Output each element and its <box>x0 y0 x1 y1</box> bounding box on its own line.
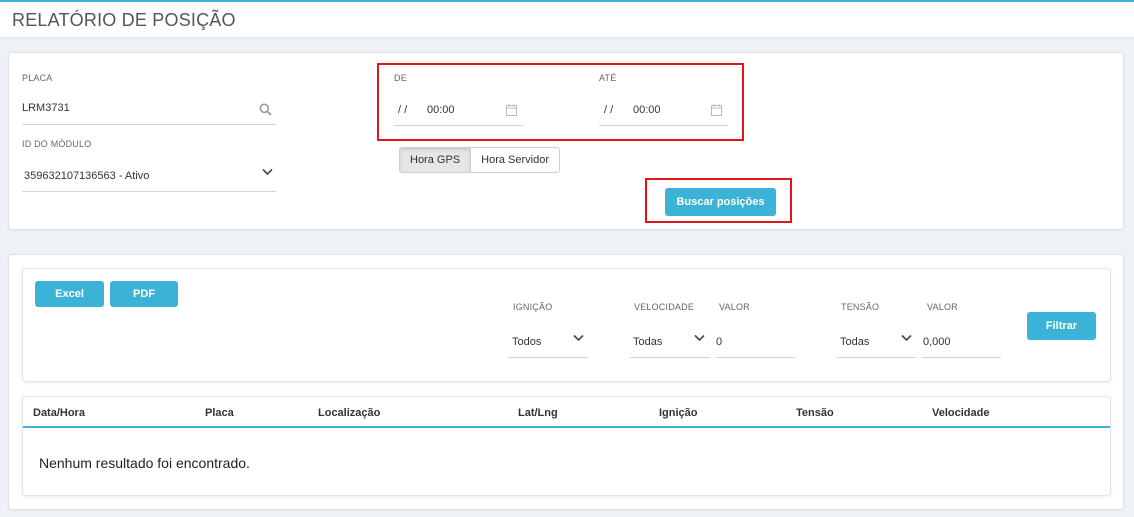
results-toolbar: Excel PDF IGNIÇÃO Todos VELOCIDADE Todas… <box>22 268 1111 382</box>
page-title: RELATÓRIO DE POSIÇÃO <box>12 10 236 30</box>
modulo-underline <box>22 191 276 192</box>
velocidade-valor-input[interactable]: 0 <box>716 336 722 348</box>
velocidade-underline <box>630 357 710 358</box>
table-header-divider <box>23 426 1110 428</box>
hora-servidor-button[interactable]: Hora Servidor <box>471 148 559 172</box>
column-header-localizacao[interactable]: Localização <box>318 407 380 419</box>
time-mode-toggle: Hora GPS Hora Servidor <box>399 147 560 173</box>
de-date-input[interactable]: / / <box>398 104 407 116</box>
modulo-select[interactable]: 359632107136563 - Ativo <box>24 170 149 182</box>
empty-results-message: Nenhum resultado foi encontrado. <box>39 455 250 471</box>
tensao-select[interactable]: Todas <box>840 336 869 348</box>
hora-gps-button[interactable]: Hora GPS <box>400 148 472 172</box>
chevron-down-icon[interactable] <box>572 332 584 344</box>
calendar-icon[interactable] <box>505 103 517 116</box>
column-header-data-hora[interactable]: Data/Hora <box>33 407 85 419</box>
search-filters-card: PLACA LRM3731 ID DO MÓDULO 3596321071365… <box>8 52 1124 230</box>
chevron-down-icon[interactable] <box>900 332 912 344</box>
velocidade-select[interactable]: Todas <box>633 336 662 348</box>
results-card: Excel PDF IGNIÇÃO Todos VELOCIDADE Todas… <box>8 254 1124 510</box>
tensao-valor-input[interactable]: 0,000 <box>923 336 951 348</box>
ate-date-input[interactable]: / / <box>604 104 613 116</box>
chevron-down-icon[interactable] <box>693 332 705 344</box>
date-range-highlight <box>377 63 744 141</box>
column-header-velocidade[interactable]: Velocidade <box>932 407 989 419</box>
ignicao-select[interactable]: Todos <box>512 336 541 348</box>
ate-underline <box>599 125 728 126</box>
filtrar-button[interactable]: Filtrar <box>1027 312 1096 340</box>
search-icon[interactable] <box>258 102 272 116</box>
velocidade-label: VELOCIDADE <box>634 302 695 312</box>
placa-input[interactable]: LRM3731 <box>22 102 70 114</box>
column-header-ignicao[interactable]: Ignição <box>659 407 698 419</box>
top-bar: RELATÓRIO DE POSIÇÃO <box>0 0 1134 38</box>
pdf-button[interactable]: PDF <box>110 281 178 307</box>
tensao-valor-underline <box>922 357 1001 358</box>
de-time-input[interactable]: 00:00 <box>427 104 455 116</box>
velocidade-valor-label: VALOR <box>719 302 750 312</box>
tensao-label: TENSÃO <box>841 302 880 312</box>
excel-button[interactable]: Excel <box>35 281 104 307</box>
ate-time-input[interactable]: 00:00 <box>633 104 661 116</box>
buscar-posicoes-button[interactable]: Buscar posições <box>665 188 776 216</box>
ignicao-underline <box>508 357 588 358</box>
column-header-placa[interactable]: Placa <box>205 407 234 419</box>
ate-label: ATÉ <box>599 73 617 83</box>
chevron-down-icon[interactable] <box>261 166 273 178</box>
tensao-valor-label: VALOR <box>927 302 958 312</box>
ignicao-label: IGNIÇÃO <box>513 302 553 312</box>
placa-label: PLACA <box>22 73 53 83</box>
column-header-lat-lng[interactable]: Lat/Lng <box>518 407 558 419</box>
de-underline <box>394 125 523 126</box>
results-table: Data/Hora Placa Localização Lat/Lng Igni… <box>22 396 1111 496</box>
placa-underline <box>22 124 276 125</box>
velocidade-valor-underline <box>715 357 795 358</box>
tensao-underline <box>837 357 917 358</box>
calendar-icon[interactable] <box>710 103 722 116</box>
column-header-tensao[interactable]: Tensão <box>796 407 834 419</box>
modulo-label: ID DO MÓDULO <box>22 139 92 149</box>
de-label: DE <box>394 73 407 83</box>
